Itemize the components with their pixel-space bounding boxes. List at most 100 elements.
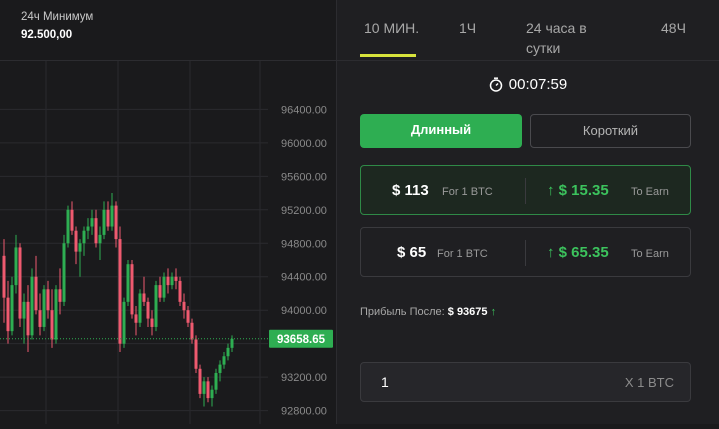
candle-body xyxy=(14,247,18,286)
candle-body xyxy=(18,247,22,319)
profit-after: Прибыль После: $ 93675 ↑ xyxy=(360,306,496,318)
candle-body xyxy=(94,218,98,244)
candle-body xyxy=(198,368,202,394)
y-tick-label: 94800.00 xyxy=(281,238,327,250)
candle-body xyxy=(174,276,178,281)
candle-body xyxy=(110,205,114,227)
candle-body xyxy=(134,314,138,323)
candle-body xyxy=(34,276,38,311)
candle-body xyxy=(70,209,74,231)
24h-low-value: 92.500,00 xyxy=(21,29,73,41)
card-divider xyxy=(525,178,526,204)
candle-body xyxy=(186,310,190,323)
candle-body xyxy=(30,276,34,336)
candle-body xyxy=(10,285,14,332)
tab-10min[interactable]: 10 МИН. xyxy=(364,18,424,38)
candle-body xyxy=(130,264,134,315)
candle-body xyxy=(26,301,30,336)
profit-label: Прибыль После: xyxy=(360,306,445,318)
candle-body xyxy=(142,293,146,302)
option-earn: ↑ $ 65.35 xyxy=(547,244,609,261)
candle-body xyxy=(222,356,226,365)
candle-body xyxy=(102,209,106,235)
candle-body xyxy=(154,285,158,327)
candle-body xyxy=(54,289,58,340)
candle-body xyxy=(214,372,218,390)
candle-body xyxy=(118,239,122,344)
candle-body xyxy=(218,364,222,373)
option-unit: For 1 BTC xyxy=(437,248,488,260)
candle-body xyxy=(146,301,150,319)
candle-body xyxy=(194,339,198,369)
candle-body xyxy=(2,255,6,298)
option-unit: For 1 BTC xyxy=(442,186,493,198)
candle-body xyxy=(22,301,26,319)
candle-body xyxy=(90,218,94,227)
option-card-2[interactable]: $ 65 For 1 BTC ↑ $ 65.35 To Earn xyxy=(360,227,691,277)
profit-value: $ 93675 xyxy=(447,306,488,318)
y-tick-label: 95600.00 xyxy=(281,171,327,183)
candle-body xyxy=(6,297,10,332)
candle-body xyxy=(62,243,66,302)
tabs-divider xyxy=(337,60,719,61)
candle-body xyxy=(58,289,62,302)
candle-body xyxy=(202,381,206,394)
tab-24h[interactable]: 24 часа в сутки xyxy=(526,18,616,58)
y-tick-label: 95200.00 xyxy=(281,205,327,217)
y-tick-label: 92800.00 xyxy=(281,406,327,418)
tab-48h[interactable]: 48Ч xyxy=(661,18,686,38)
short-button[interactable]: Короткий xyxy=(530,114,691,148)
quantity-value[interactable]: 1 xyxy=(381,374,389,390)
tab-1h[interactable]: 1Ч xyxy=(459,18,476,38)
candle-body xyxy=(210,389,214,399)
price-chart[interactable]: 96400.00 96000.00 95600.00 95200.00 94800.00… xyxy=(0,61,336,424)
candle-body xyxy=(170,276,174,286)
card-divider xyxy=(525,240,526,266)
candle-body xyxy=(74,230,78,252)
long-button[interactable]: Длинный xyxy=(360,114,522,148)
option-earn-label: To Earn xyxy=(631,248,669,260)
option-earn-label: To Earn xyxy=(631,186,669,198)
24h-low-label: 24ч Минимум xyxy=(21,11,94,23)
candle-body xyxy=(190,322,194,340)
candle-body xyxy=(158,285,162,298)
option-price: $ 65 xyxy=(397,244,427,261)
candle-body xyxy=(66,209,70,244)
option-earn: ↑ $ 15.35 xyxy=(547,182,609,199)
candle-body xyxy=(126,264,130,302)
candle-body xyxy=(166,276,170,286)
option-price: $ 113 xyxy=(392,182,429,199)
candle-body xyxy=(122,301,126,344)
candle-body xyxy=(78,243,82,252)
candle-body xyxy=(46,289,50,311)
candle-body xyxy=(206,381,210,399)
candle-body xyxy=(150,318,154,327)
candle-body xyxy=(38,310,42,327)
candle-body xyxy=(182,301,186,311)
arrow-up-icon: ↑ xyxy=(490,306,497,318)
stats-header: 24ч Минимум 92.500,00 xyxy=(0,0,336,60)
candle-body xyxy=(42,289,46,327)
arrow-up-icon: ↑ xyxy=(547,244,555,261)
candle-body xyxy=(114,205,118,240)
y-tick-label: 96000.00 xyxy=(281,138,327,150)
active-tab-indicator xyxy=(360,54,416,57)
y-tick-label: 96400.00 xyxy=(281,104,327,116)
arrow-up-icon: ↑ xyxy=(547,182,555,199)
candle-body xyxy=(86,226,90,231)
option-card-1[interactable]: $ 113 For 1 BTC ↑ $ 15.35 To Earn xyxy=(360,165,691,215)
candle-body xyxy=(138,293,142,323)
quantity-unit: X 1 BTC xyxy=(624,375,674,390)
countdown-timer: 00:07:59 xyxy=(337,76,719,96)
y-tick-label: 93200.00 xyxy=(281,372,327,384)
candle-body xyxy=(178,280,182,302)
candle-body xyxy=(162,276,166,298)
timer-value: 00:07:59 xyxy=(508,76,568,93)
stopwatch-icon xyxy=(489,76,509,93)
chart-svg[interactable]: 96400.00 96000.00 95600.00 95200.00 94800.00… xyxy=(0,61,336,424)
quantity-input[interactable]: 1 X 1 BTC xyxy=(360,362,691,402)
current-price-label: 93658.65 xyxy=(277,334,326,346)
candle-body xyxy=(230,338,234,348)
candle-body xyxy=(98,234,102,244)
candle-body xyxy=(106,209,110,227)
